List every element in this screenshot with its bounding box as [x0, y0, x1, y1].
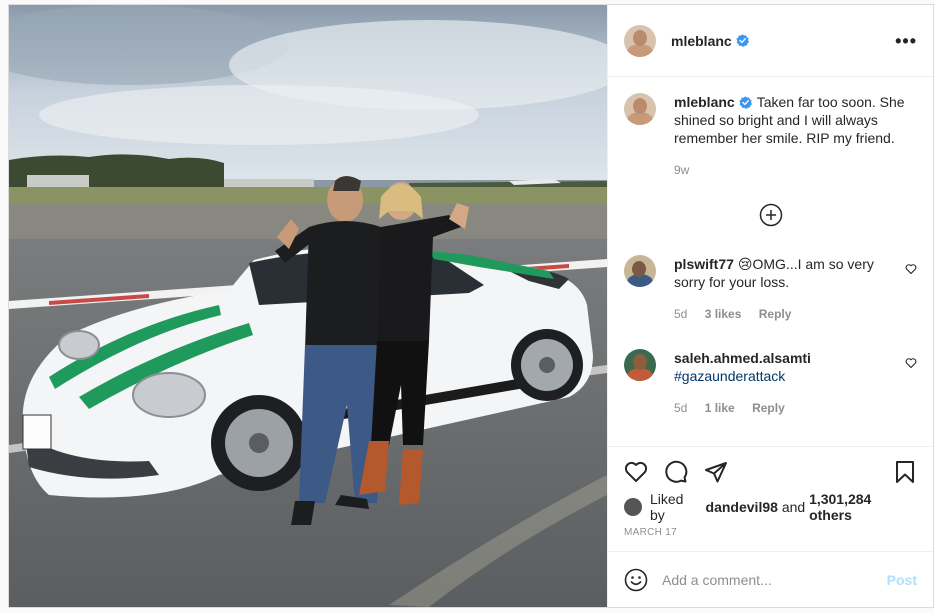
caption-meta: 9w — [674, 161, 917, 179]
instagram-post: mleblanc ••• mleblanc Taken far too soon… — [8, 4, 934, 608]
likes-others-count[interactable]: 1,301,284 others — [809, 491, 917, 523]
reply-button[interactable]: Reply — [752, 401, 785, 415]
like-heart-icon[interactable] — [624, 460, 648, 484]
verified-badge-icon — [736, 34, 749, 47]
caption-age[interactable]: 9w — [674, 163, 689, 177]
post-photo[interactable] — [9, 5, 607, 607]
liker-avatar[interactable] — [624, 498, 642, 516]
share-paper-plane-icon[interactable] — [704, 460, 728, 484]
more-options-button[interactable]: ••• — [895, 32, 917, 50]
commenter-avatar[interactable] — [624, 255, 656, 287]
avatar-face — [633, 29, 647, 46]
avatar-face — [633, 98, 647, 114]
caption-author-avatar[interactable] — [624, 93, 656, 125]
likes-conjunction: and — [781, 499, 806, 515]
comment-username[interactable]: saleh.ahmed.alsamti — [674, 350, 811, 366]
likes-summary: Liked by dandevil98 and 1,301,284 others — [624, 491, 917, 523]
post-actions: Liked by dandevil98 and 1,301,284 others… — [608, 446, 933, 551]
comment: plswift77 😢OMG...I am so very sorry for y… — [624, 255, 917, 323]
load-more-plus-icon[interactable] — [759, 203, 783, 227]
post-side-panel: mleblanc ••• mleblanc Taken far too soon… — [607, 5, 933, 607]
reply-button[interactable]: Reply — [759, 307, 792, 321]
comment-input[interactable] — [662, 571, 887, 588]
avatar-face — [632, 261, 646, 277]
comment-likes[interactable]: 3 likes — [705, 307, 742, 321]
like-comment-heart-icon[interactable] — [905, 357, 917, 369]
commenter-avatar[interactable] — [624, 349, 656, 381]
save-bookmark-icon[interactable] — [893, 460, 917, 484]
comment-bubble-icon[interactable] — [664, 460, 688, 484]
comment-likes[interactable]: 1 like — [705, 401, 735, 415]
author-avatar[interactable] — [624, 24, 656, 57]
add-comment-bar: Post — [608, 551, 933, 607]
comment-meta: 5d 3 likes Reply — [674, 305, 897, 323]
post-comment-button[interactable]: Post — [887, 572, 917, 588]
post-date[interactable]: MARCH 17 — [624, 527, 917, 551]
post-header: mleblanc ••• — [608, 5, 933, 77]
comment-username[interactable]: plswift77 — [674, 256, 734, 272]
hashtag-link[interactable]: #gazaunderattack — [674, 368, 785, 384]
caption-body: mleblanc Taken far too soon. She shined … — [674, 93, 917, 179]
liker-username[interactable]: dandevil98 — [706, 499, 778, 515]
photo-scene — [9, 5, 607, 607]
emoji-smiley-icon[interactable] — [624, 568, 648, 592]
liked-by-prefix: Liked by — [650, 491, 684, 523]
comments-section: mleblanc Taken far too soon. She shined … — [608, 77, 933, 446]
comment: saleh.ahmed.alsamti #gazaunderattack 5d … — [624, 349, 917, 417]
author-username[interactable]: mleblanc — [671, 33, 732, 49]
action-icons — [624, 447, 917, 497]
load-more-comments — [624, 203, 917, 227]
caption-username[interactable]: mleblanc — [674, 94, 735, 110]
verified-badge-icon — [739, 96, 752, 109]
comment-body: plswift77 😢OMG...I am so very sorry for y… — [674, 255, 897, 323]
caption: mleblanc Taken far too soon. She shined … — [624, 93, 917, 179]
comment-age[interactable]: 5d — [674, 401, 687, 415]
comment-body: saleh.ahmed.alsamti #gazaunderattack 5d … — [674, 349, 897, 417]
avatar-face — [633, 354, 647, 370]
comment-age[interactable]: 5d — [674, 307, 687, 321]
like-comment-heart-icon[interactable] — [905, 263, 917, 275]
comment-meta: 5d 1 like Reply — [674, 399, 897, 417]
